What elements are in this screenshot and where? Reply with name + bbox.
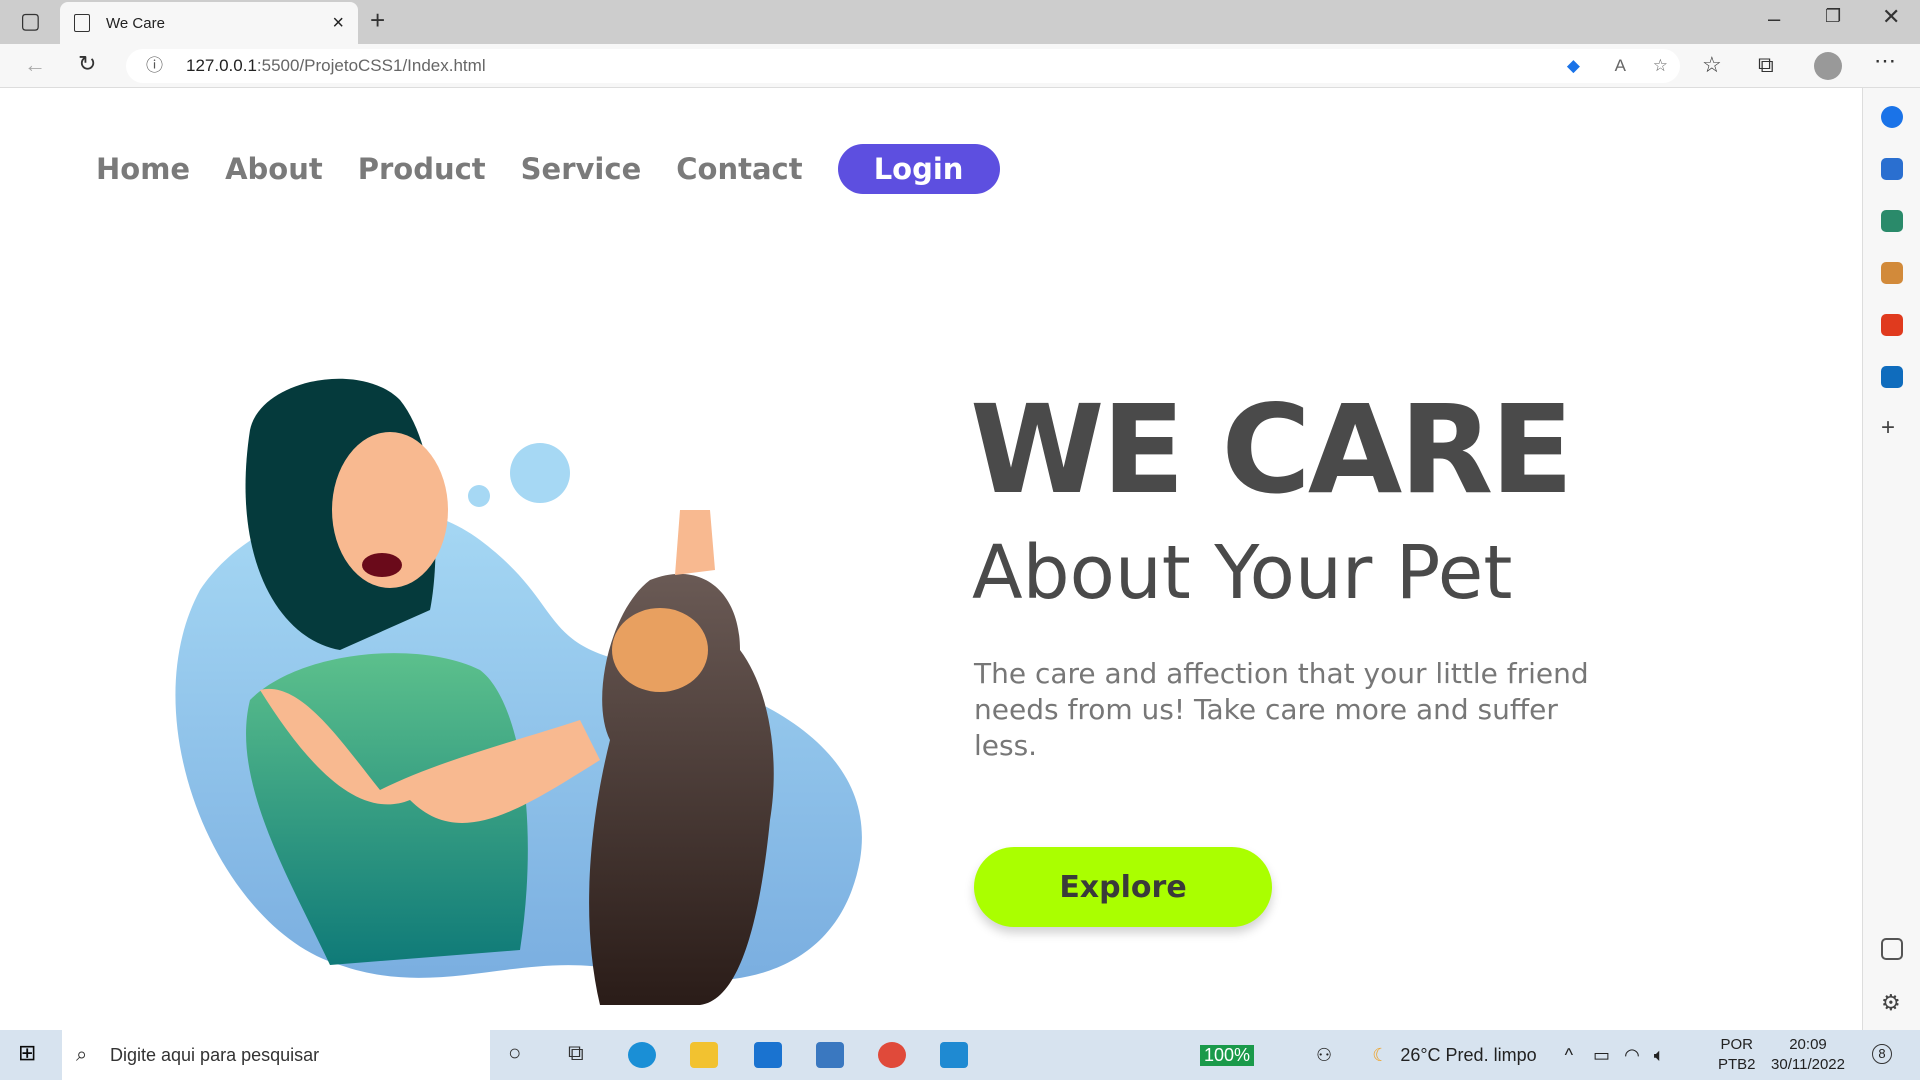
file-explorer-icon[interactable] (690, 1042, 718, 1068)
url-path: :5500/ProjetoCSS1/Index.html (256, 56, 486, 75)
tab-we-care[interactable]: We Care × (60, 2, 358, 44)
battery-icon[interactable]: ▭ (1593, 1045, 1610, 1066)
nav-home[interactable]: Home (96, 152, 190, 186)
nav-about[interactable]: About (225, 152, 323, 186)
tools-icon[interactable] (1881, 210, 1903, 232)
clock-date: 30/11/2022 (1771, 1056, 1845, 1073)
outlook-icon[interactable] (1881, 366, 1903, 388)
main-nav: Home About Product Service Contact Login (96, 144, 1000, 194)
search-placeholder: Digite aqui para pesquisar (110, 1044, 320, 1065)
hero-illustration (175, 378, 862, 1005)
dog-muzzle (612, 608, 708, 692)
shopping-icon[interactable] (1881, 158, 1903, 180)
keyboard-layout: PTB2 (1718, 1056, 1756, 1073)
back-icon[interactable]: ← (24, 52, 46, 78)
taskbar-search[interactable]: ⌕ Digite aqui para pesquisar (62, 1030, 490, 1080)
show-hidden-icons[interactable]: ^ (1565, 1045, 1573, 1066)
cortana-icon[interactable]: ○ (508, 1040, 521, 1066)
mail-icon[interactable] (754, 1042, 782, 1068)
tab-bar: ▢ We Care × + – ❐ ✕ (0, 0, 1920, 44)
chrome-icon[interactable] (878, 1042, 906, 1068)
profile-avatar[interactable] (1814, 52, 1842, 80)
search-icon: ⌕ (76, 1043, 88, 1066)
coupon-icon[interactable]: ◆ (1567, 49, 1580, 83)
address-bar-row: ← ↻ ⓘ 127.0.0.1:5500/ProjetoCSS1/Index.h… (0, 44, 1920, 88)
url-host: 127.0.0.1 (186, 56, 257, 75)
edge-app-icon[interactable] (628, 1042, 656, 1068)
search-icon[interactable] (1881, 106, 1903, 128)
wifi-icon[interactable]: ◠ (1624, 1045, 1640, 1066)
hero-subtitle: About Your Pet (972, 530, 1513, 616)
minimize-icon[interactable]: – (1768, 6, 1780, 32)
info-icon[interactable]: ⓘ (146, 49, 163, 83)
tab-title: We Care (106, 14, 165, 32)
volume-icon[interactable]: 🔈︎ (1654, 1045, 1665, 1066)
task-view-icon[interactable]: ⧉ (568, 1040, 584, 1066)
bubble (510, 443, 570, 503)
clock[interactable]: 20:09 30/11/2022 (1770, 1035, 1846, 1075)
office-icon[interactable] (1881, 314, 1903, 336)
read-aloud-icon[interactable]: A (1615, 49, 1626, 83)
woman-mouth (362, 553, 402, 577)
restore-icon[interactable]: ❐ (1825, 6, 1841, 27)
clock-time: 20:09 (1789, 1036, 1827, 1053)
hero-description: The care and affection that your little … (974, 657, 1589, 762)
language-indicator[interactable]: POR PTB2 (1718, 1035, 1756, 1075)
settings-icon[interactable]: ⚙ (1881, 990, 1903, 1015)
new-tab-icon[interactable]: + (370, 5, 385, 36)
battery-percent: 100% (1200, 1044, 1255, 1066)
store-icon[interactable] (816, 1042, 844, 1068)
more-icon[interactable]: ⋯ (1874, 48, 1896, 74)
nav-service[interactable]: Service (521, 152, 642, 186)
edge-sidebar: + ⚙ (1862, 88, 1920, 1030)
vscode-icon[interactable] (940, 1042, 968, 1068)
taskbar: ⊞ ⌕ Digite aqui para pesquisar ○ ⧉ 100% … (0, 1030, 1920, 1080)
page-icon (74, 14, 90, 32)
nav-contact[interactable]: Contact (676, 152, 802, 186)
login-button[interactable]: Login (837, 144, 1000, 194)
windows-start-icon[interactable]: ⊞ (18, 1040, 36, 1066)
add-favorite-icon[interactable]: ☆ (1653, 49, 1668, 83)
hero-title: WE CARE (970, 379, 1574, 521)
hide-sidebar-icon[interactable] (1881, 938, 1903, 960)
notifications-badge[interactable]: 8 (1872, 1044, 1892, 1064)
weather-text[interactable]: 26°C Pred. limpo (1400, 1045, 1536, 1066)
weather-icon[interactable]: ☾ (1372, 1045, 1388, 1066)
add-icon[interactable]: + (1881, 416, 1903, 440)
close-window-icon[interactable]: ✕ (1882, 4, 1900, 30)
favorites-icon[interactable]: ☆ (1702, 52, 1722, 78)
nav-product[interactable]: Product (358, 152, 486, 186)
bubble (468, 485, 490, 507)
dropper-hand (675, 510, 715, 575)
url-input[interactable]: ⓘ 127.0.0.1:5500/ProjetoCSS1/Index.html … (126, 49, 1680, 83)
close-tab-icon[interactable]: × (332, 12, 344, 35)
people-icon[interactable]: ⚇ (1316, 1045, 1332, 1066)
refresh-icon[interactable]: ↻ (78, 51, 96, 77)
collections-icon[interactable]: ⧉ (1758, 52, 1774, 78)
language-code: POR (1720, 1036, 1754, 1053)
tab-actions-icon[interactable]: ▢ (20, 8, 41, 34)
explore-button[interactable]: Explore (974, 847, 1272, 927)
games-icon[interactable] (1881, 262, 1903, 284)
